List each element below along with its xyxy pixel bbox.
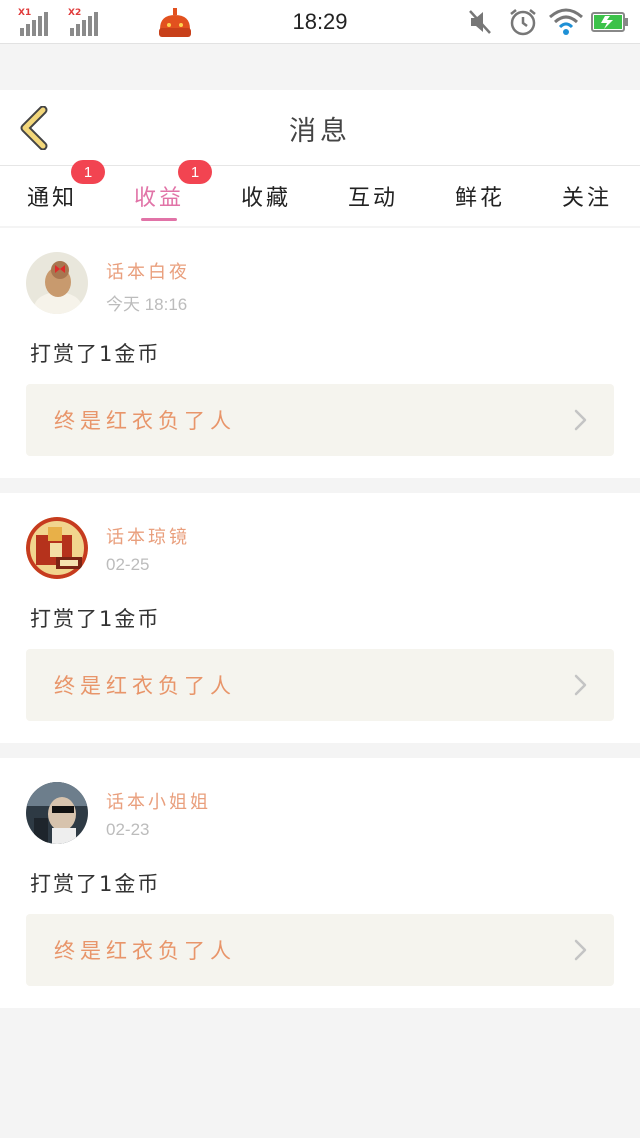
avatar[interactable] <box>26 782 88 844</box>
earnings-badge: 1 <box>178 160 212 184</box>
mute-icon <box>466 0 494 44</box>
timestamp: 02-23 <box>106 820 150 839</box>
referenced-work-title: 终是红衣负了人 <box>54 939 236 963</box>
alarm-icon <box>506 0 540 44</box>
message-card: 话本琼镜 02-25 打赏了1金币 终是红衣负了人 <box>0 493 640 743</box>
message-text: 打赏了1金币 <box>30 607 161 631</box>
notifications-badge: 1 <box>71 160 105 184</box>
chevron-left-icon <box>20 106 48 150</box>
referenced-work-link[interactable]: 终是红衣负了人 <box>26 384 614 456</box>
nav-header: 消息 <box>0 90 640 166</box>
message-text: 打赏了1金币 <box>30 872 161 896</box>
tab-active-indicator <box>141 218 177 221</box>
referenced-work-link[interactable]: 终是红衣负了人 <box>26 649 614 721</box>
message-card: 话本白夜 今天 18:16 打赏了1金币 终是红衣负了人 <box>0 228 640 478</box>
tab-favorites[interactable]: 收藏 <box>221 166 311 226</box>
message-text: 打赏了1金币 <box>30 342 161 366</box>
back-button[interactable] <box>14 104 54 152</box>
sim2-signal-icon: X2 <box>68 8 104 36</box>
tab-following[interactable]: 关注 <box>542 166 632 226</box>
battery-charging-icon <box>590 0 630 44</box>
page-title: 消息 <box>289 115 351 147</box>
username[interactable]: 话本小姐姐 <box>106 788 211 814</box>
timestamp: 今天 18:16 <box>106 295 188 314</box>
referenced-work-title: 终是红衣负了人 <box>54 674 236 698</box>
referenced-work-link[interactable]: 终是红衣负了人 <box>26 914 614 986</box>
status-bar: X1 X2 18:29 <box>0 0 640 44</box>
chevron-right-icon <box>574 409 587 431</box>
clock: 18:29 <box>292 9 348 34</box>
tab-interactions[interactable]: 互动 <box>328 166 418 226</box>
sim1-signal-icon: X1 <box>18 8 54 36</box>
chevron-right-icon <box>574 939 587 961</box>
username[interactable]: 话本白夜 <box>106 258 190 284</box>
avatar[interactable] <box>26 252 88 314</box>
username[interactable]: 话本琼镜 <box>106 523 190 549</box>
message-card: 话本小姐姐 02-23 打赏了1金币 终是红衣负了人 <box>0 758 640 1008</box>
chevron-right-icon <box>574 674 587 696</box>
avatar[interactable] <box>26 517 88 579</box>
timestamp: 02-25 <box>106 555 150 574</box>
tab-flowers[interactable]: 鲜花 <box>435 166 525 226</box>
app-notification-icon <box>156 0 194 44</box>
wifi-icon <box>546 0 586 44</box>
referenced-work-title: 终是红衣负了人 <box>54 409 236 433</box>
